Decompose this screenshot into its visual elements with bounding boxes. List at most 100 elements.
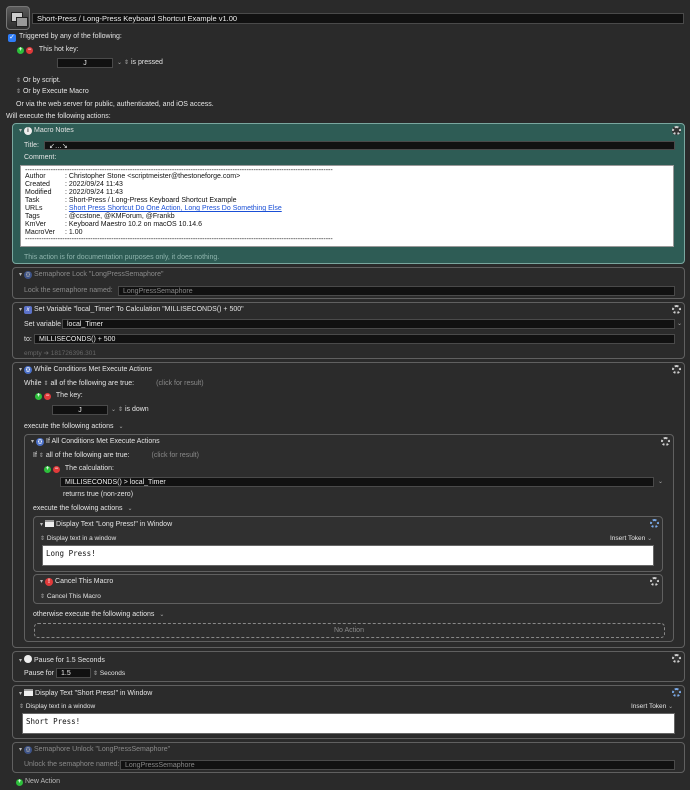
- gear-icon[interactable]: [672, 126, 681, 135]
- otherwise-row[interactable]: otherwise execute the following actions …: [33, 611, 164, 618]
- add-condition-icon[interactable]: +: [44, 466, 51, 473]
- insert-token-button[interactable]: Insert Token ⌄: [631, 703, 673, 710]
- disclosure-icon[interactable]: ▾: [19, 306, 22, 313]
- pause-icon: [24, 655, 33, 663]
- calculation-field[interactable]: MILLISECONDS() + 500: [34, 334, 675, 344]
- or-by-execute-macro: Or by Execute Macro: [22, 88, 89, 95]
- add-trigger-icon[interactable]: +: [17, 47, 24, 54]
- chevron-down-icon: ⌄: [127, 506, 133, 512]
- macro-name-field[interactable]: Short-Press / Long-Press Keyboard Shortc…: [32, 13, 684, 24]
- while-key-row: + − The key:: [35, 392, 83, 400]
- display-mode: Display text in a window: [25, 703, 96, 710]
- calculation-result: empty ➔ 181726396.301: [24, 350, 96, 357]
- hotkey-state-select[interactable]: ⌄ ⇕ is pressed: [117, 59, 163, 66]
- remove-condition-icon[interactable]: −: [52, 466, 60, 473]
- insert-token-button[interactable]: Insert Token ⌄: [610, 535, 652, 542]
- notes-comment-textarea[interactable]: ----------------------------------------…: [20, 165, 674, 247]
- pause-unit-select[interactable]: ⇕ Seconds: [93, 670, 125, 677]
- action-header: ▾{} While Conditions Met Execute Actions: [19, 366, 152, 374]
- key-state-select[interactable]: ⌄ ⇕ is down: [111, 406, 149, 413]
- cancel-macro-action[interactable]: ▾! Cancel This Macro ⇕ Cancel This Macro: [33, 574, 663, 604]
- disclosure-icon[interactable]: ▾: [19, 127, 22, 134]
- semaphore-icon: {}: [24, 746, 33, 754]
- action-title: Display Text "Short Press!" in Window: [35, 690, 153, 697]
- action-title: Set Variable "local_Timer" To Calculatio…: [34, 306, 244, 313]
- action-header: ▾{} Semaphore Unlock "LongPressSemaphore": [19, 746, 170, 754]
- click-for-result[interactable]: (click for result): [152, 452, 199, 459]
- remove-condition-icon[interactable]: −: [43, 393, 51, 400]
- short-press-text-area[interactable]: Short Press!: [22, 713, 675, 734]
- click-for-result[interactable]: (click for result): [156, 380, 203, 387]
- updown-icon[interactable]: ⇕: [43, 381, 48, 387]
- notes-rule-bottom: ----------------------------------------…: [25, 237, 333, 242]
- notes-key: KmVer: [25, 221, 47, 228]
- hotkey-field[interactable]: J: [57, 58, 113, 68]
- gear-icon[interactable]: [661, 437, 670, 446]
- stop-icon: !: [45, 578, 54, 586]
- display-mode-select[interactable]: ⇕ Display text in a window: [19, 703, 95, 710]
- while-exec-row[interactable]: execute the following actions ⌄: [24, 423, 123, 430]
- semaphore-lock-action[interactable]: ▾{} Semaphore Lock "LongPressSemaphore" L…: [12, 267, 685, 299]
- action-header: ▾ Display Text "Short Press!" in Window: [19, 689, 152, 697]
- pause-duration-field[interactable]: 1.5: [56, 668, 91, 678]
- updown-icon[interactable]: ⇕: [39, 453, 44, 459]
- add-condition-icon[interactable]: +: [35, 393, 42, 400]
- gear-icon[interactable]: [672, 365, 681, 374]
- updown-icon: ⇕: [19, 704, 25, 710]
- remove-trigger-icon[interactable]: −: [25, 47, 33, 54]
- calc-row: + − The calculation:: [44, 465, 114, 473]
- disclosure-icon[interactable]: ▾: [40, 578, 43, 585]
- display-mode-select[interactable]: ⇕ Display text in a window: [40, 535, 116, 542]
- if-calc-field[interactable]: MILLISECONDS() > local_Timer: [60, 477, 654, 487]
- sem-unlock-field[interactable]: LongPressSemaphore: [120, 760, 675, 770]
- notes-value: : 2022/09/24 11:43: [65, 189, 123, 196]
- long-press-text-area[interactable]: Long Press!: [42, 545, 654, 566]
- notes-value: : 2022/09/24 11:43: [65, 181, 123, 188]
- disclosure-icon[interactable]: ▾: [19, 657, 22, 664]
- disclosure-icon[interactable]: ▾: [19, 746, 22, 753]
- variable-name-field[interactable]: local_Timer: [62, 319, 675, 329]
- disclosure-icon[interactable]: ▾: [19, 366, 22, 373]
- if-cond-mode[interactable]: all of the following are true:: [46, 452, 130, 459]
- will-execute-label: Will execute the following actions:: [6, 113, 111, 120]
- while-key-field[interactable]: J: [52, 405, 108, 415]
- gear-icon[interactable]: [672, 654, 681, 663]
- action-title: Display Text "Long Press!" in Window: [56, 521, 173, 528]
- disclosure-icon[interactable]: ▾: [19, 690, 22, 697]
- notes-title-field[interactable]: ↙…↘: [44, 141, 675, 150]
- sem-lock-field[interactable]: LongPressSemaphore: [118, 286, 675, 296]
- display-mode: Display text in a window: [46, 535, 117, 542]
- disclosure-icon[interactable]: ▾: [19, 271, 22, 278]
- macro-editor: Short-Press / Long-Press Keyboard Shortc…: [0, 0, 690, 790]
- variable-dropdown-icon[interactable]: ⌄: [677, 320, 682, 327]
- otherwise-label: otherwise execute the following actions: [33, 611, 155, 618]
- info-icon: i: [24, 127, 33, 135]
- gear-icon[interactable]: [650, 519, 659, 528]
- gear-icon[interactable]: [672, 688, 681, 697]
- triggered-checkbox[interactable]: ✓: [8, 34, 16, 42]
- returns-label: returns true (non-zero): [63, 491, 134, 498]
- updown-icon: ⇕: [16, 78, 22, 84]
- triggered-row: ✓ Triggered by any of the following:: [8, 33, 122, 42]
- notes-value: : Keyboard Maestro 10.2 on macOS 10.14.6: [65, 221, 202, 228]
- new-action-label: New Action: [24, 778, 60, 785]
- or-by-script-row[interactable]: ⇕ Or by script.: [16, 77, 61, 84]
- if-icon: {}: [36, 438, 45, 446]
- gear-icon[interactable]: [672, 305, 681, 314]
- or-by-execute-row[interactable]: ⇕ Or by Execute Macro: [16, 88, 89, 95]
- calc-dropdown-icon[interactable]: ⌄: [658, 478, 663, 485]
- cancel-mode-select[interactable]: ⇕ Cancel This Macro: [40, 593, 101, 600]
- gear-icon[interactable]: [650, 577, 659, 586]
- new-action-button[interactable]: + New Action: [16, 778, 60, 786]
- disclosure-icon[interactable]: ▾: [31, 438, 34, 445]
- pause-action[interactable]: ▾ Pause for 1.5 Seconds Pause for 1.5 ⇕ S…: [12, 651, 685, 682]
- if-exec-row[interactable]: execute the following actions ⌄: [33, 505, 132, 512]
- disclosure-icon[interactable]: ▾: [40, 521, 43, 528]
- notes-url-link[interactable]: Short Press Shortcut Do One Action, Long…: [69, 205, 282, 212]
- while-cond-mode[interactable]: all of the following are true:: [50, 380, 134, 387]
- macro-group-icon[interactable]: [6, 6, 30, 30]
- semaphore-unlock-action[interactable]: ▾{} Semaphore Unlock "LongPressSemaphore"…: [12, 742, 685, 773]
- set-variable-action[interactable]: ▾ x Set Variable "local_Timer" To Calculat…: [12, 302, 685, 359]
- key-chevron-icon: ⌄: [111, 407, 117, 413]
- updown-icon: ⇕: [93, 671, 99, 677]
